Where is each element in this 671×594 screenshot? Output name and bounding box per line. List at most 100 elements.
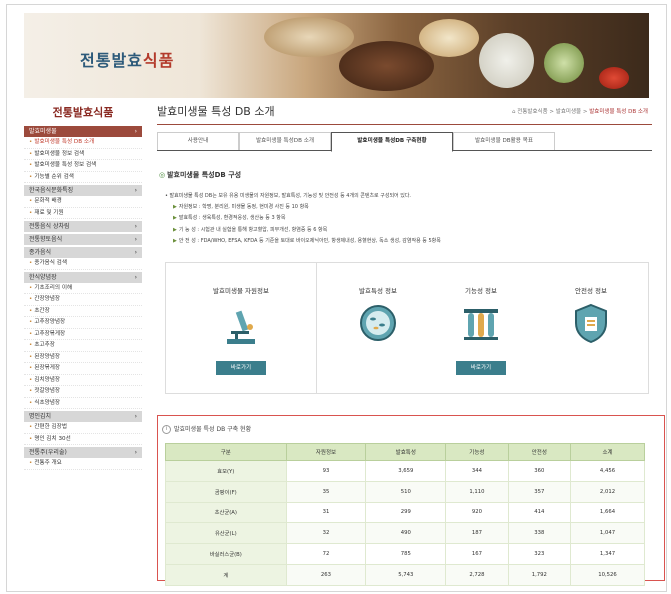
row-category: 유산균(L) — [165, 522, 287, 545]
table-cell: 5,743 — [365, 563, 447, 586]
tab-guide[interactable]: 사용안내 — [157, 132, 239, 150]
breadcrumb-home[interactable]: 전통발효식품 — [517, 109, 547, 115]
table-row: 계 263 5,743 2,728 1,792 10,526 — [165, 563, 645, 586]
table-cell: 2,012 — [570, 480, 645, 503]
breadcrumb: ⌂ 전통발효식품 > 발효미생물 > 발효미생물 특성 DB 소개 — [512, 109, 648, 115]
chevron-right-icon: › — [134, 128, 137, 135]
sidebar-item[interactable]: • 기초조리의 이해 — [24, 283, 142, 294]
sidebar-group[interactable]: 전통음식 상차림 › — [24, 221, 142, 232]
table-cell: 10,526 — [570, 563, 645, 586]
sidebar-item[interactable]: • 된장양념장 — [24, 352, 142, 363]
table-cell: 32 — [285, 522, 367, 545]
sidebar-group[interactable]: 발효미생물 › — [24, 126, 142, 137]
sidebar-item[interactable]: • 종가음식 검색 — [24, 258, 142, 270]
function-goto-button[interactable]: 바로가기 — [456, 361, 506, 375]
tab-db-intro[interactable]: 발효미생물 특성DB 소개 — [239, 132, 331, 150]
sidebar-item[interactable]: • 문화적 배경 — [24, 196, 142, 208]
status-table: 구분 자원정보 발효특성 기능성 안전성 소계 효모(Y) 93 3,659 344 360 4,4… — [165, 443, 645, 586]
table-row: 효모(Y) 93 3,659 344 360 4,456 — [165, 460, 645, 482]
table-cell: 31 — [285, 501, 367, 524]
test-tubes-icon — [464, 309, 498, 340]
chevron-right-icon: › — [134, 413, 137, 420]
sidebar-item[interactable]: • 고추장볶게장 — [24, 329, 142, 340]
row-category: 초산균(A) — [165, 501, 287, 524]
sidebar-item[interactable]: • 된장볶게장 — [24, 363, 142, 375]
table-cell: 263 — [285, 563, 367, 586]
chevron-right-icon: › — [134, 273, 137, 281]
table-header: 발효특성 — [365, 443, 447, 461]
sidebar-item[interactable]: • 발효미생물 정보 검색 — [24, 149, 142, 160]
sidebar-item[interactable]: • 발효미생물 특성 DB 소개 — [24, 137, 142, 149]
sidebar-item[interactable]: • 간장양념장 — [24, 294, 142, 306]
sidebar-group[interactable]: 종가음식 › — [24, 247, 142, 258]
microscope-icon — [227, 310, 255, 344]
safety-card-label: 안전성 정보 — [575, 287, 607, 295]
sidebar-group[interactable]: 한식양념장 › — [24, 271, 142, 283]
sidebar-item[interactable]: • 초간장 — [24, 306, 142, 317]
sidebar-group[interactable]: 전통주(우리술) › — [24, 447, 142, 458]
table-row: 바실러스균(B) 72 785 167 323 1,347 — [165, 543, 645, 565]
breadcrumb-current: 발효미생물 특성 DB 소개 — [589, 109, 648, 115]
table-cell: 72 — [285, 543, 367, 565]
table-cell: 785 — [365, 543, 447, 565]
table-row: 초산균(A) 31 299 920 414 1,664 — [165, 501, 645, 524]
table-header: 자원정보 — [285, 443, 367, 461]
sidebar-item[interactable]: • 전통주 개요 — [24, 458, 142, 470]
resource-goto-button[interactable]: 바로가기 — [216, 361, 266, 375]
table-cell: 414 — [507, 501, 572, 524]
resource-card: 발효미생물 자원정보 바로가기 — [166, 263, 317, 393]
table-cell: 167 — [445, 543, 509, 565]
table-cell: 93 — [285, 460, 367, 482]
fermentation-card-label: 발효특성 정보 — [359, 287, 397, 295]
row-category: 계 — [165, 563, 287, 586]
table-cell: 299 — [365, 501, 447, 524]
sidebar-item[interactable]: • 초고추장 — [24, 340, 142, 352]
sidebar-item[interactable]: • 김치양념장 — [24, 375, 142, 386]
breadcrumb-mid[interactable]: 발효미생물 — [556, 109, 581, 115]
sidebar-item[interactable]: • 기능별 순위 검색 — [24, 172, 142, 183]
table-header: 소계 — [570, 443, 645, 461]
table-cell: 1,664 — [570, 501, 645, 524]
info-icon: i — [162, 425, 171, 434]
tab-bar: 사용안내 발효미생물 특성DB 소개 발효미생물 특성DB 구축현황 발효미생물… — [157, 132, 652, 152]
sidebar-item[interactable]: • 젓갈양념장 — [24, 386, 142, 398]
db-status-panel: i 발효미생물 특성 DB 구축 현황 구분 자원정보 발효특성 기능성 안전성 소계 효모… — [157, 415, 665, 586]
table-cell: 3,659 — [365, 460, 447, 482]
sidebar-group[interactable]: 전통향토음식 › — [24, 234, 142, 245]
table-cell: 360 — [507, 460, 572, 482]
tab-db-status[interactable]: 발효미생물 특성DB 구축현황 — [331, 132, 453, 152]
table-cell: 35 — [285, 480, 367, 503]
sidebar-group[interactable]: 한국음식문화특징 › — [24, 185, 142, 196]
sidebar-title: 전통발효식품 — [52, 106, 114, 119]
hero-banner: 전통발효식품 — [24, 13, 649, 98]
shield-icon — [575, 303, 607, 343]
table-header: 구분 — [165, 443, 287, 461]
sidebar-item[interactable]: • 발효미생물 특성 정보 검색 — [24, 160, 142, 172]
table-cell: 357 — [507, 480, 572, 503]
sidebar-item[interactable]: • 간편한 김장법 — [24, 422, 142, 434]
table-header: 안전성 — [507, 443, 572, 461]
table-header: 기능성 — [445, 443, 509, 461]
function-card-label: 기능성 정보 — [465, 287, 497, 295]
table-cell: 920 — [445, 501, 509, 524]
table-row: 곰팡이(F) 35 510 1,110 357 2,012 — [165, 480, 645, 503]
table-cell: 344 — [445, 460, 509, 482]
chevron-right-icon: › — [134, 187, 137, 194]
table-cell: 323 — [507, 543, 572, 565]
home-icon[interactable]: ⌂ — [512, 109, 516, 115]
table-cell: 1,347 — [570, 543, 645, 565]
sidebar-item[interactable]: • 재료 및 기원 — [24, 208, 142, 219]
banner-title: 전통발효식품 — [80, 51, 175, 70]
sidebar-menu: 발효미생물 › • 발효미생물 특성 DB 소개 • 발효미생물 정보 검색 • 발효미생물 … — [24, 126, 142, 470]
resource-card-label: 발효미생물 자원정보 — [213, 287, 269, 295]
sidebar-item[interactable]: • 고추장양념장 — [24, 317, 142, 329]
sidebar-item[interactable]: • 명인 김치 30선 — [24, 434, 142, 445]
section-title: ◎ 발효미생물 특성DB 구성 — [159, 171, 242, 179]
sidebar-group[interactable]: 명인김치 › — [24, 411, 142, 422]
tab-db-goal[interactable]: 발효미생물 DB활용 목표 — [453, 132, 555, 150]
sidebar: 전통발효식품 발효미생물 › • 발효미생물 특성 DB 소개 • 발효미생물 정보 검색… — [24, 102, 142, 470]
sidebar-item[interactable]: • 식초양념장 — [24, 398, 142, 409]
info-cards: 발효미생물 자원정보 바로가기 발효특성 정보 기능성 정보 바로가기 안전성 … — [165, 262, 649, 394]
chevron-right-icon: › — [134, 249, 137, 256]
title-divider — [157, 124, 652, 125]
